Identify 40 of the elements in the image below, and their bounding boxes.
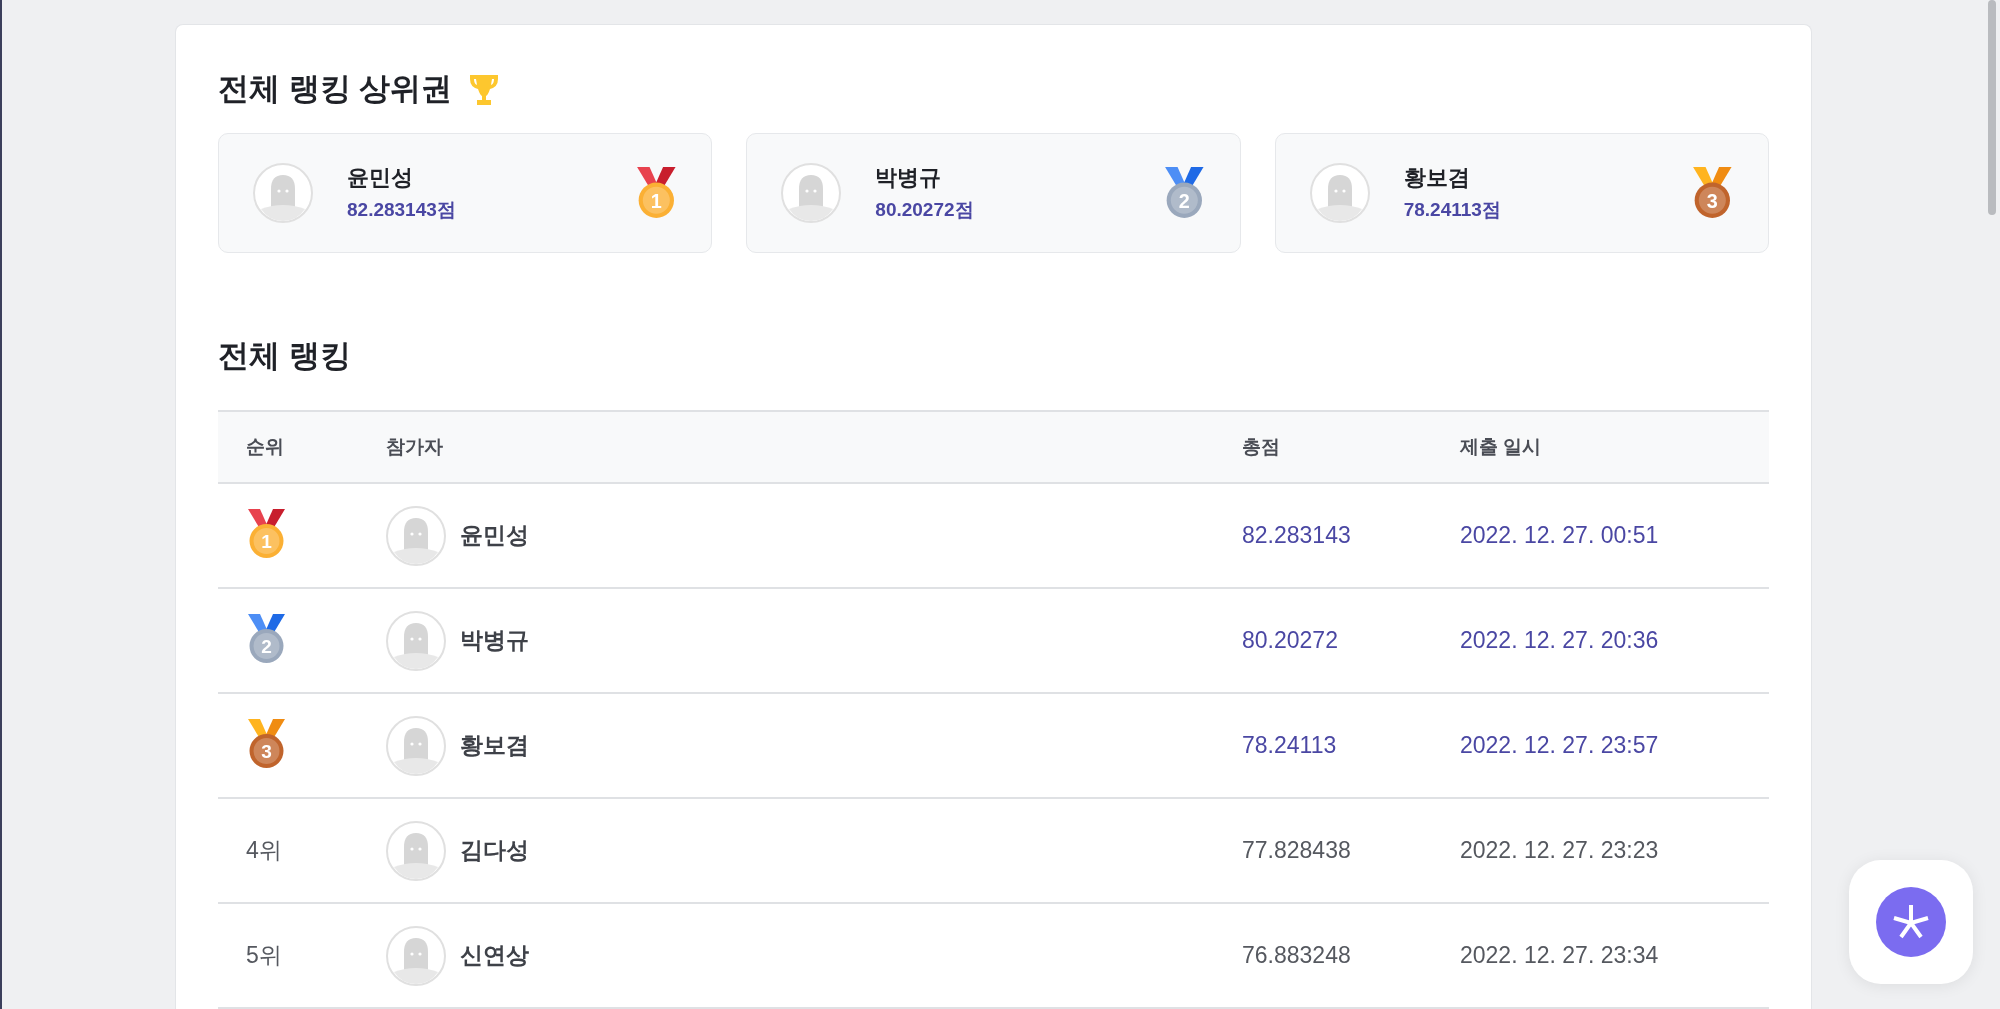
ranker-name: 박병규 <box>875 163 943 192</box>
avatar-icon <box>386 610 446 671</box>
avatar-icon <box>1309 162 1370 223</box>
date-cell-text: 2022. 12. 27. 23:23 <box>1460 837 1660 864</box>
column-header: 순위 <box>246 435 285 459</box>
avatar-icon <box>386 925 446 986</box>
date-cell-text: 2022. 12. 27. 20:36 <box>1460 627 1660 654</box>
ranker-name: 윤민성 <box>347 163 414 192</box>
participant-name: 김다성 <box>460 836 529 865</box>
avatar-icon <box>386 505 446 566</box>
asterisk-icon <box>1876 887 1946 957</box>
column-header: 참가자 <box>386 435 444 459</box>
section-title: 전체 랭킹 <box>218 337 351 376</box>
avatar-icon <box>386 715 446 776</box>
participant-name: 윤민성 <box>460 521 529 550</box>
score-cell-text: 78.24113 <box>1242 732 1338 759</box>
date-cell-text: 2022. 12. 27. 00:51 <box>1460 522 1660 549</box>
score-cell-text: 80.20272 <box>1242 627 1339 654</box>
participant-name: 황보겸 <box>460 731 529 760</box>
avatar-icon <box>386 820 446 881</box>
column-header: 제출 일시 <box>1460 435 1543 459</box>
date-cell-text: 2022. 12. 27. 23:34 <box>1460 942 1660 969</box>
section-title: 전체 랭킹 상위권 <box>218 69 453 108</box>
score-cell-text: 82.283143 <box>1242 522 1352 549</box>
ranker-score: 80.20272점 <box>875 197 975 222</box>
floating-action-button[interactable] <box>1849 860 1973 984</box>
participant-name: 박병규 <box>460 626 529 655</box>
ranker-name: 황보겸 <box>1403 163 1471 192</box>
ranker-score: 82.283143점 <box>347 197 457 222</box>
scrollbar-thumb[interactable] <box>1988 0 1996 215</box>
avatar-icon <box>781 162 842 223</box>
score-cell-text: 76.883248 <box>1242 942 1352 969</box>
column-header: 총점 <box>1242 435 1281 459</box>
date-cell-text: 2022. 12. 27. 23:57 <box>1460 732 1660 759</box>
participant-name: 신연상 <box>460 941 529 970</box>
avatar-icon <box>253 162 313 223</box>
rank-cell: 4위 <box>246 837 282 863</box>
rank-cell: 5위 <box>246 942 282 968</box>
score-cell-text: 77.828438 <box>1242 837 1352 864</box>
ranker-score: 78.24113점 <box>1403 197 1502 222</box>
